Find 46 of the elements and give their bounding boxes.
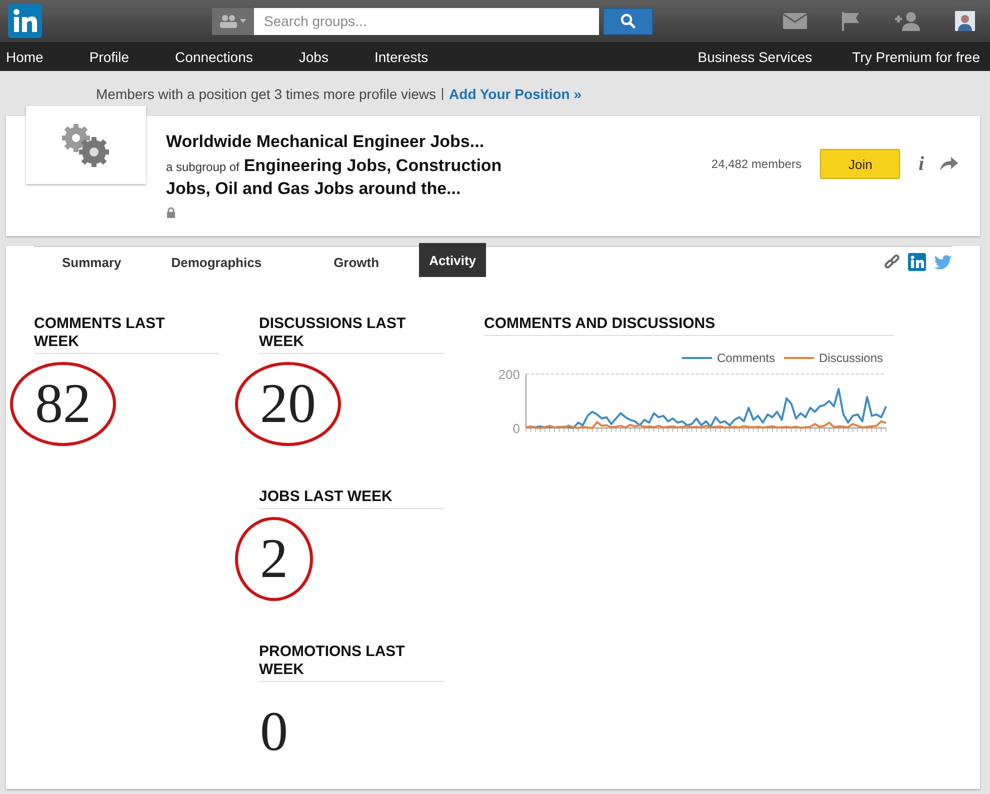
nav-link[interactable]: Business Services (698, 48, 812, 64)
stat-value: 0 (259, 700, 289, 765)
mail-icon[interactable] (783, 13, 807, 29)
nav-link[interactable]: Interests (374, 48, 428, 64)
lock-icon (166, 207, 176, 218)
bird-icon[interactable] (934, 254, 952, 270)
link-icon[interactable] (884, 254, 900, 270)
stat-value: 82 (10, 362, 116, 446)
search-icon (620, 13, 636, 29)
legend-label: Comments (717, 351, 776, 365)
nav-link[interactable]: Try Premium for free (852, 48, 980, 64)
search-field[interactable]: Search groups... (254, 8, 599, 34)
chart-title: COMMENTS AND DISCUSSIONS (484, 315, 894, 336)
avatar-icon[interactable] (955, 11, 975, 31)
add-person-icon[interactable] (895, 11, 921, 31)
stat-value: 2 (235, 517, 313, 601)
people-caret-icon (219, 13, 247, 29)
join-button[interactable]: Join (820, 149, 900, 179)
nav-link[interactable]: Profile (89, 48, 130, 64)
stat-title: PROMOTIONS LAST WEEK (259, 643, 444, 682)
axis-tick-label: 200 (498, 367, 520, 382)
nav-link[interactable]: Home (6, 48, 44, 64)
stat-title: JOBS LAST WEEK (259, 488, 444, 509)
share-icon[interactable] (940, 157, 958, 171)
tab[interactable]: Demographics (143, 246, 262, 278)
nav-link[interactable]: Jobs (298, 48, 328, 64)
subgroup-text[interactable]: a subgroup of Engineering Jobs, Construction Jobs, Oil and Gas Jobs around the... (166, 155, 536, 201)
groups-dropdown-button[interactable] (212, 8, 254, 34)
flag-icon[interactable] (841, 11, 861, 31)
info-button[interactable]: i (918, 152, 924, 176)
legend-label: Discussions (819, 351, 884, 365)
group-title[interactable]: Worldwide Mechanical Engineer Jobs... (166, 132, 536, 152)
promo-text: Members with a position get 3 times more profile views (96, 86, 436, 102)
linkedin-share-icon[interactable] (908, 253, 926, 271)
member-count: 24,482 members (711, 157, 802, 171)
tab[interactable]: Summary (34, 246, 122, 278)
add-position-link[interactable]: Add Your Position » (449, 86, 582, 102)
nav-link[interactable]: Connections (175, 48, 253, 64)
tab[interactable]: Activity (419, 243, 486, 277)
stat-value: 20 (235, 362, 341, 446)
stat-title: COMMENTS LAST WEEK (34, 315, 219, 354)
axis-tick-label: 0 (512, 421, 520, 436)
tab[interactable]: Growth (306, 246, 380, 278)
search-button[interactable] (603, 8, 653, 34)
logo-icon[interactable] (8, 4, 42, 38)
stat-title: DISCUSSIONS LAST WEEK (259, 315, 444, 354)
